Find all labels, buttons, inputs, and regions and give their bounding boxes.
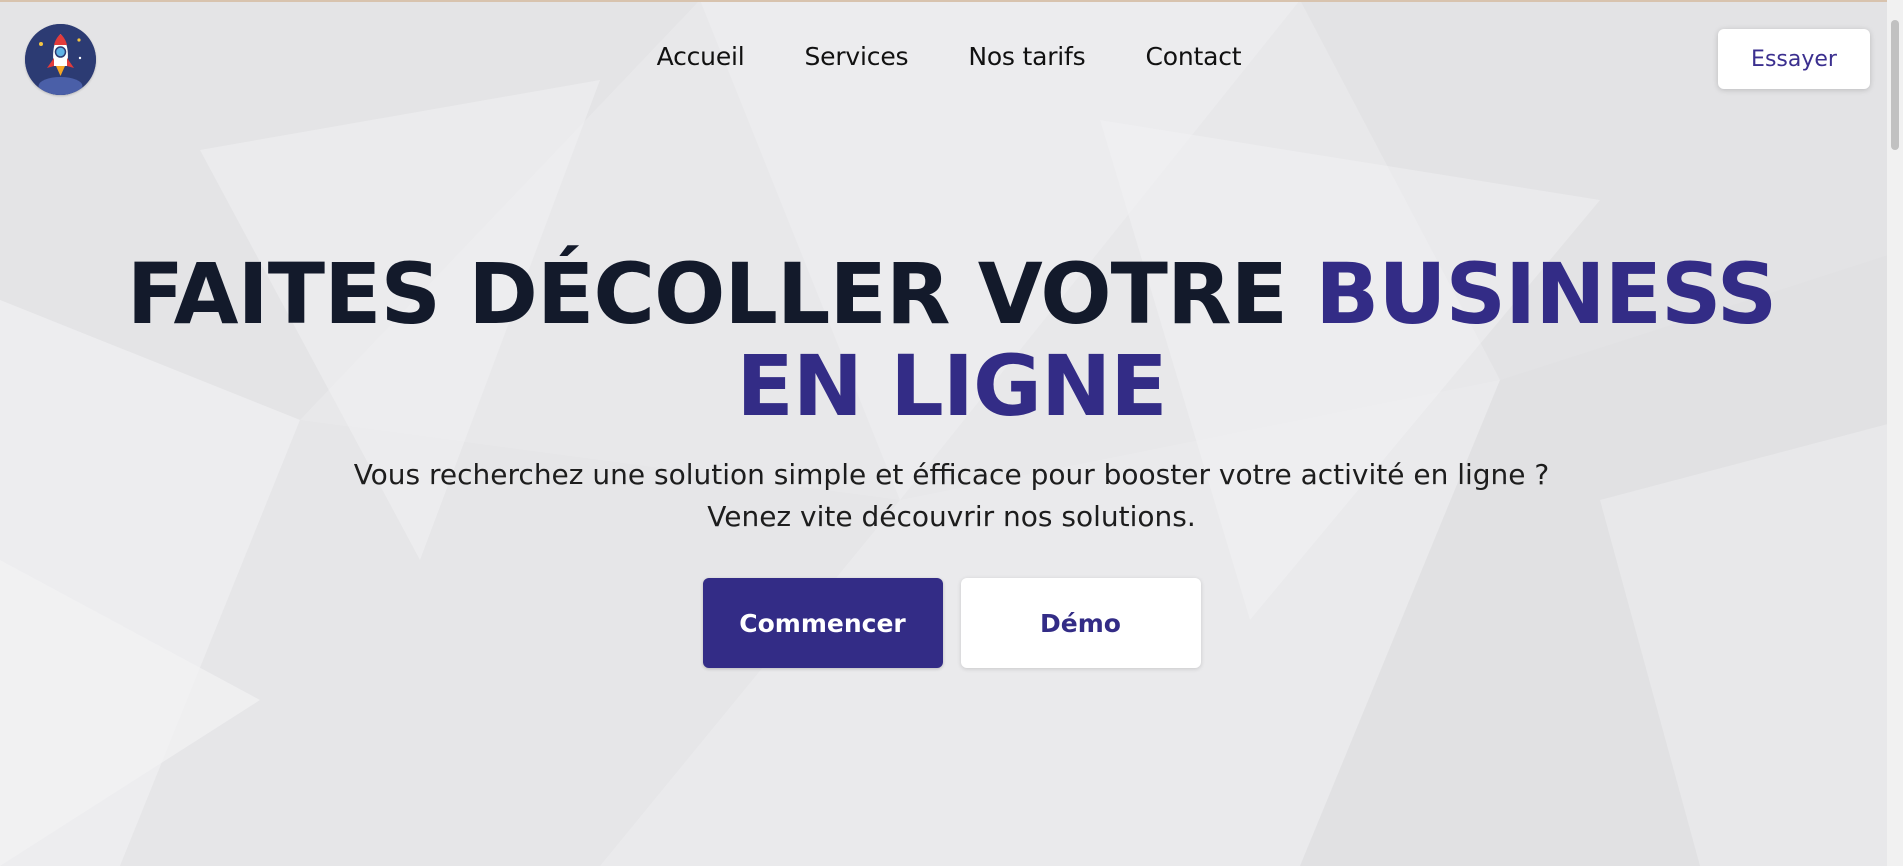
- nav-item-contact[interactable]: Contact: [1145, 42, 1241, 71]
- top-border: [0, 0, 1903, 2]
- nav-item-services[interactable]: Services: [805, 42, 909, 71]
- hero-subtitle-line1: Vous recherchez une solution simple et é…: [353, 458, 1550, 491]
- try-button[interactable]: Essayer: [1718, 29, 1870, 89]
- start-button[interactable]: Commencer: [702, 578, 943, 668]
- cta-group: Commencer Démo: [702, 578, 1201, 668]
- scrollbar[interactable]: [1887, 0, 1903, 866]
- hero-title: FAITES DÉCOLLER VOTRE BUSINESS EN LIGNE: [0, 248, 1903, 432]
- hero-title-part1: FAITES DÉCOLLER VOTRE: [126, 245, 1288, 343]
- scrollbar-thumb[interactable]: [1891, 20, 1899, 150]
- hero-subtitle-line2: Venez vite découvrir nos solutions.: [707, 500, 1196, 533]
- demo-button[interactable]: Démo: [960, 578, 1201, 668]
- nav-item-tarifs[interactable]: Nos tarifs: [968, 42, 1085, 71]
- hero-section: FAITES DÉCOLLER VOTRE BUSINESS EN LIGNE …: [0, 248, 1903, 668]
- hero-subtitle: Vous recherchez une solution simple et é…: [0, 454, 1903, 538]
- main-nav: Accueil Services Nos tarifs Contact: [0, 42, 1903, 71]
- nav-item-accueil[interactable]: Accueil: [657, 42, 745, 71]
